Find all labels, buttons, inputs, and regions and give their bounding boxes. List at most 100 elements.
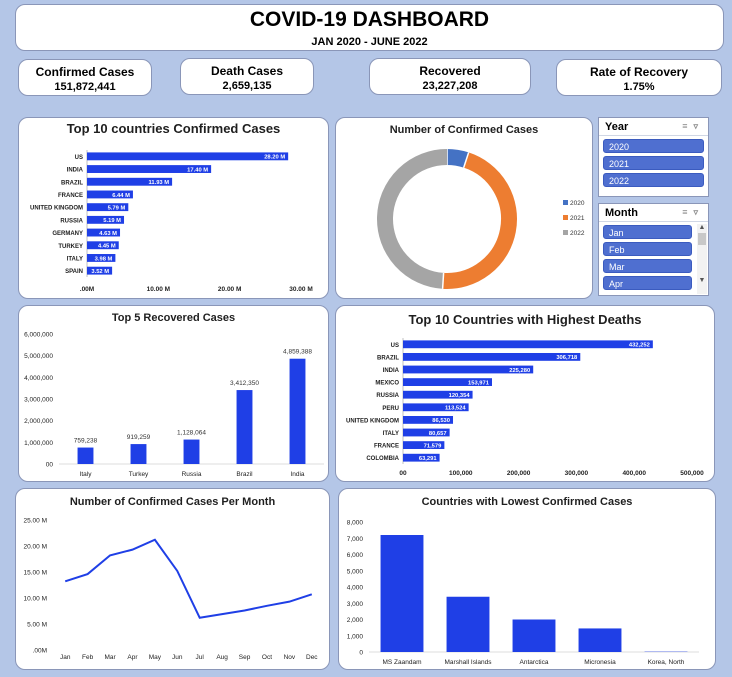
data-label: 3,412,350 [230, 380, 259, 387]
multi-select-icon[interactable]: ≡ [682, 207, 693, 217]
confirmed-bar-chart: US 28.20 M INDIA 17.40 M BRAZIL 11.93 M FRANCE… [30, 150, 313, 293]
scroll-thumb[interactable] [698, 233, 706, 245]
slicer-item-feb[interactable]: Feb [603, 242, 692, 256]
legend-swatch [563, 215, 568, 220]
category-label: Antarctica [520, 659, 549, 666]
category-label: Micronesia [584, 659, 616, 666]
data-label: 120,354 [449, 393, 471, 399]
bar [403, 352, 581, 361]
y-tick-label: .00M [33, 648, 47, 655]
x-tick-label: 500,000 [680, 470, 704, 477]
category-label: MEXICO [375, 381, 399, 387]
data-label: 3.52 M [91, 269, 109, 275]
x-tick-label: 10.00 M [147, 286, 171, 293]
category-label: SPAIN [65, 269, 83, 275]
multi-select-icon[interactable]: ≡ [682, 121, 693, 131]
bar [403, 340, 653, 349]
slice-separator [441, 272, 445, 289]
donut-slice [446, 149, 469, 168]
y-tick-label: 1,000,000 [24, 440, 53, 447]
slicer-item-2022[interactable]: 2022 [603, 173, 704, 187]
category-label: INDIA [67, 168, 84, 174]
series-line [64, 538, 313, 619]
x-tick-label: 00 [399, 470, 407, 477]
slicer-item-2020[interactable]: 2020 [603, 139, 704, 153]
data-label: 17.40 M [187, 167, 208, 173]
y-tick-label: 5.00 M [27, 622, 47, 629]
data-label: 1,128,064 [177, 430, 206, 437]
category-label: India [290, 471, 304, 478]
data-label: 11.93 M [148, 180, 169, 186]
category-label: UNITED KINGDOM [30, 206, 83, 212]
data-label: 4.45 M [98, 244, 116, 250]
x-tick-label: Nov [284, 654, 296, 661]
confirmed-chart-card: Top 10 countries Confirmed Cases US 28.20… [18, 117, 329, 299]
x-tick-label: Oct [262, 654, 272, 661]
kpi-label: Confirmed Cases [35, 65, 135, 79]
data-label: 306,718 [556, 355, 578, 361]
scroll-up-icon[interactable]: ▲ [697, 224, 707, 231]
legend-swatch [563, 230, 568, 235]
slicer-item-apr[interactable]: Apr [603, 276, 692, 290]
dashboard-header: COVID-19 DASHBOARD JAN 2020 - JUNE 2022 [15, 4, 724, 51]
clear-filter-icon[interactable]: ▿ [693, 121, 704, 131]
x-tick-label: Mar [104, 654, 116, 661]
data-label: 113,524 [445, 406, 466, 412]
y-tick-label: 6,000 [347, 552, 364, 559]
category-label: PERU [382, 406, 399, 412]
data-label: 5.19 M [103, 218, 121, 224]
legend-swatch [563, 200, 568, 205]
year-slicer-title: Year [605, 121, 629, 133]
x-tick-label: Aug [216, 654, 228, 661]
slicer-item-2021[interactable]: 2021 [603, 156, 704, 170]
data-label: 4.63 M [99, 231, 117, 237]
data-label: 432,252 [629, 343, 650, 349]
dashboard-title: COVID-19 DASHBOARD [249, 8, 490, 31]
x-tick-label: 200,000 [507, 470, 531, 477]
monthly-chart-card: Number of Confirmed Cases Per Month .00M… [15, 488, 330, 670]
scroll-down-icon[interactable]: ▼ [697, 277, 707, 284]
recovered-chart-card: Top 5 Recovered Cases 00 1,000,000 2,000,0… [18, 305, 329, 482]
y-tick-label: 1,000 [347, 633, 364, 640]
clear-filter-icon[interactable]: ▿ [693, 207, 704, 217]
x-tick-label: Sep [239, 654, 251, 661]
slicer-item-mar[interactable]: Mar [603, 259, 692, 273]
bar [87, 152, 289, 161]
bar [289, 358, 306, 464]
bar [512, 619, 556, 652]
category-label: COLOMBIA [366, 456, 399, 462]
data-label: 71,579 [424, 443, 443, 449]
month-slicer-title: Month [605, 207, 638, 219]
bar [77, 447, 94, 464]
category-label: US [75, 155, 83, 161]
category-label: Marshall Islands [445, 659, 493, 666]
kpi-label: Death Cases [210, 64, 284, 78]
kpi-recovered-card: Recovered 23,227,208 [369, 58, 531, 95]
dashboard-subtitle: JAN 2020 - JUNE 2022 [311, 36, 428, 48]
kpi-value: 1.75% [623, 81, 655, 93]
kpi-value: 151,872,441 [54, 81, 116, 93]
y-tick-label: 4,000,000 [24, 375, 53, 382]
month-slicer: Month ≡▿ Jan Feb Mar Apr ▲ ▼ [598, 203, 709, 296]
y-tick-label: 5,000 [347, 568, 364, 575]
slicer-item-jan[interactable]: Jan [603, 225, 692, 239]
x-tick-label: 300,000 [565, 470, 589, 477]
category-label: RUSSIA [376, 393, 399, 399]
lowest-chart-card: Countries with Lowest Confirmed Cases 01… [338, 488, 716, 670]
kpi-label: Recovered [419, 64, 481, 78]
y-tick-label: 20.00 M [24, 544, 48, 551]
monthly-line-chart: .00M 5.00 M 10.00 M 15.00 M 20.00 M 25.00 M Ja… [24, 518, 319, 662]
legend-label: 2022 [570, 230, 585, 237]
data-label: 5.79 M [108, 205, 126, 211]
month-slicer-scrollbar[interactable]: ▲ ▼ [697, 224, 707, 294]
x-tick-label: Jul [196, 654, 205, 661]
category-label: US [391, 343, 399, 349]
data-label: 86,530 [432, 418, 450, 424]
data-label: 28.20 M [264, 155, 285, 161]
legend-label: 2021 [570, 215, 585, 222]
y-tick-label: 10.00 M [24, 596, 48, 603]
data-label: 6.44 M [112, 193, 130, 199]
confirmed-donut-chart: 2020 2021 2022 [377, 149, 585, 289]
kpi-value: 2,659,135 [222, 80, 272, 92]
bar [578, 628, 622, 652]
